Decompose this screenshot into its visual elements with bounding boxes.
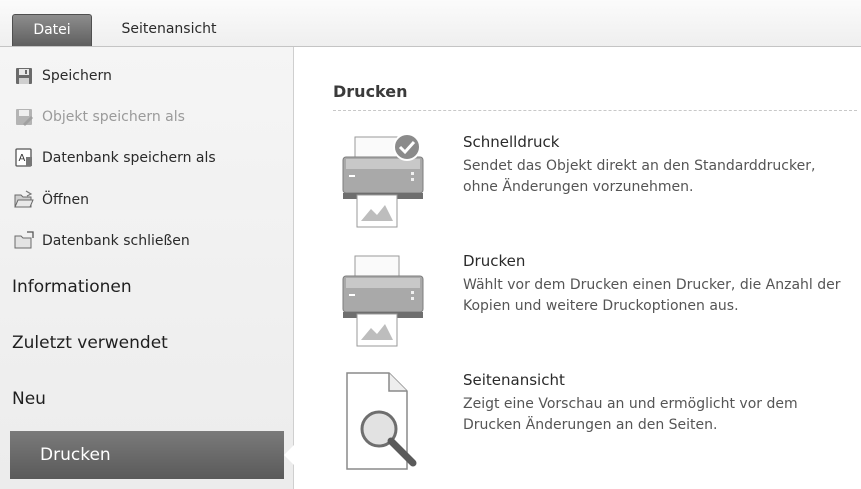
ribbon-tab-strip: Datei Seitenansicht [0, 0, 861, 47]
section-divider [333, 110, 857, 111]
option-description: Zeigt eine Vorschau an und ermöglicht vo… [463, 396, 798, 433]
nav-drucken[interactable]: Drucken [10, 431, 284, 479]
nav-neu[interactable]: Neu [12, 389, 46, 409]
speichern-command[interactable]: Speichern [14, 63, 112, 89]
datenbank-schliessen-command[interactable]: Datenbank schließen [14, 228, 190, 254]
svg-text:A: A [19, 153, 26, 164]
selection-notch [284, 445, 294, 465]
option-title: Schnelldruck [463, 133, 560, 151]
nav-zuletzt-verwendet[interactable]: Zuletzt verwendet [12, 333, 168, 353]
option-title: Drucken [463, 252, 526, 270]
objekt-speichern-als-command[interactable]: Objekt speichern als [14, 104, 185, 130]
command-label: Öffnen [42, 192, 90, 208]
option-title: Seitenansicht [463, 371, 565, 389]
open-folder-icon [14, 190, 34, 208]
close-database-icon [14, 231, 34, 249]
datenbank-speichern-als-command[interactable]: A Datenbank speichern als [14, 145, 216, 171]
section-title: Drucken [333, 82, 408, 101]
tab-seitenansicht[interactable]: Seitenansicht [104, 14, 234, 45]
command-label: Objekt speichern als [42, 109, 185, 125]
save-icon [16, 68, 32, 84]
print-preview-icon [346, 372, 417, 470]
option-description: Wählt vor dem Drucken einen Drucker, die… [463, 277, 841, 314]
option-description: Sendet das Objekt direkt an den Standard… [463, 158, 816, 195]
printer-icon [342, 255, 424, 347]
option-drucken[interactable]: Drucken Wählt vor dem Drucken einen Druc… [333, 252, 853, 352]
command-label: Datenbank speichern als [42, 150, 216, 166]
command-label: Datenbank schließen [42, 233, 190, 249]
tab-datei[interactable]: Datei [12, 14, 92, 46]
quick-print-icon [342, 133, 424, 228]
save-object-as-icon [16, 109, 33, 126]
database-save-as-icon: A [15, 148, 32, 167]
option-schnelldruck[interactable]: Schnelldruck Sendet das Objekt direkt an… [333, 133, 853, 233]
command-label: Speichern [42, 68, 112, 84]
oeffnen-command[interactable]: Öffnen [14, 187, 89, 213]
option-seitenansicht[interactable]: Seitenansicht Zeigt eine Vorschau an und… [333, 371, 853, 471]
nav-informationen[interactable]: Informationen [12, 277, 132, 297]
backstage-left-nav: Speichern Objekt speichern als A Datenba… [0, 47, 294, 489]
